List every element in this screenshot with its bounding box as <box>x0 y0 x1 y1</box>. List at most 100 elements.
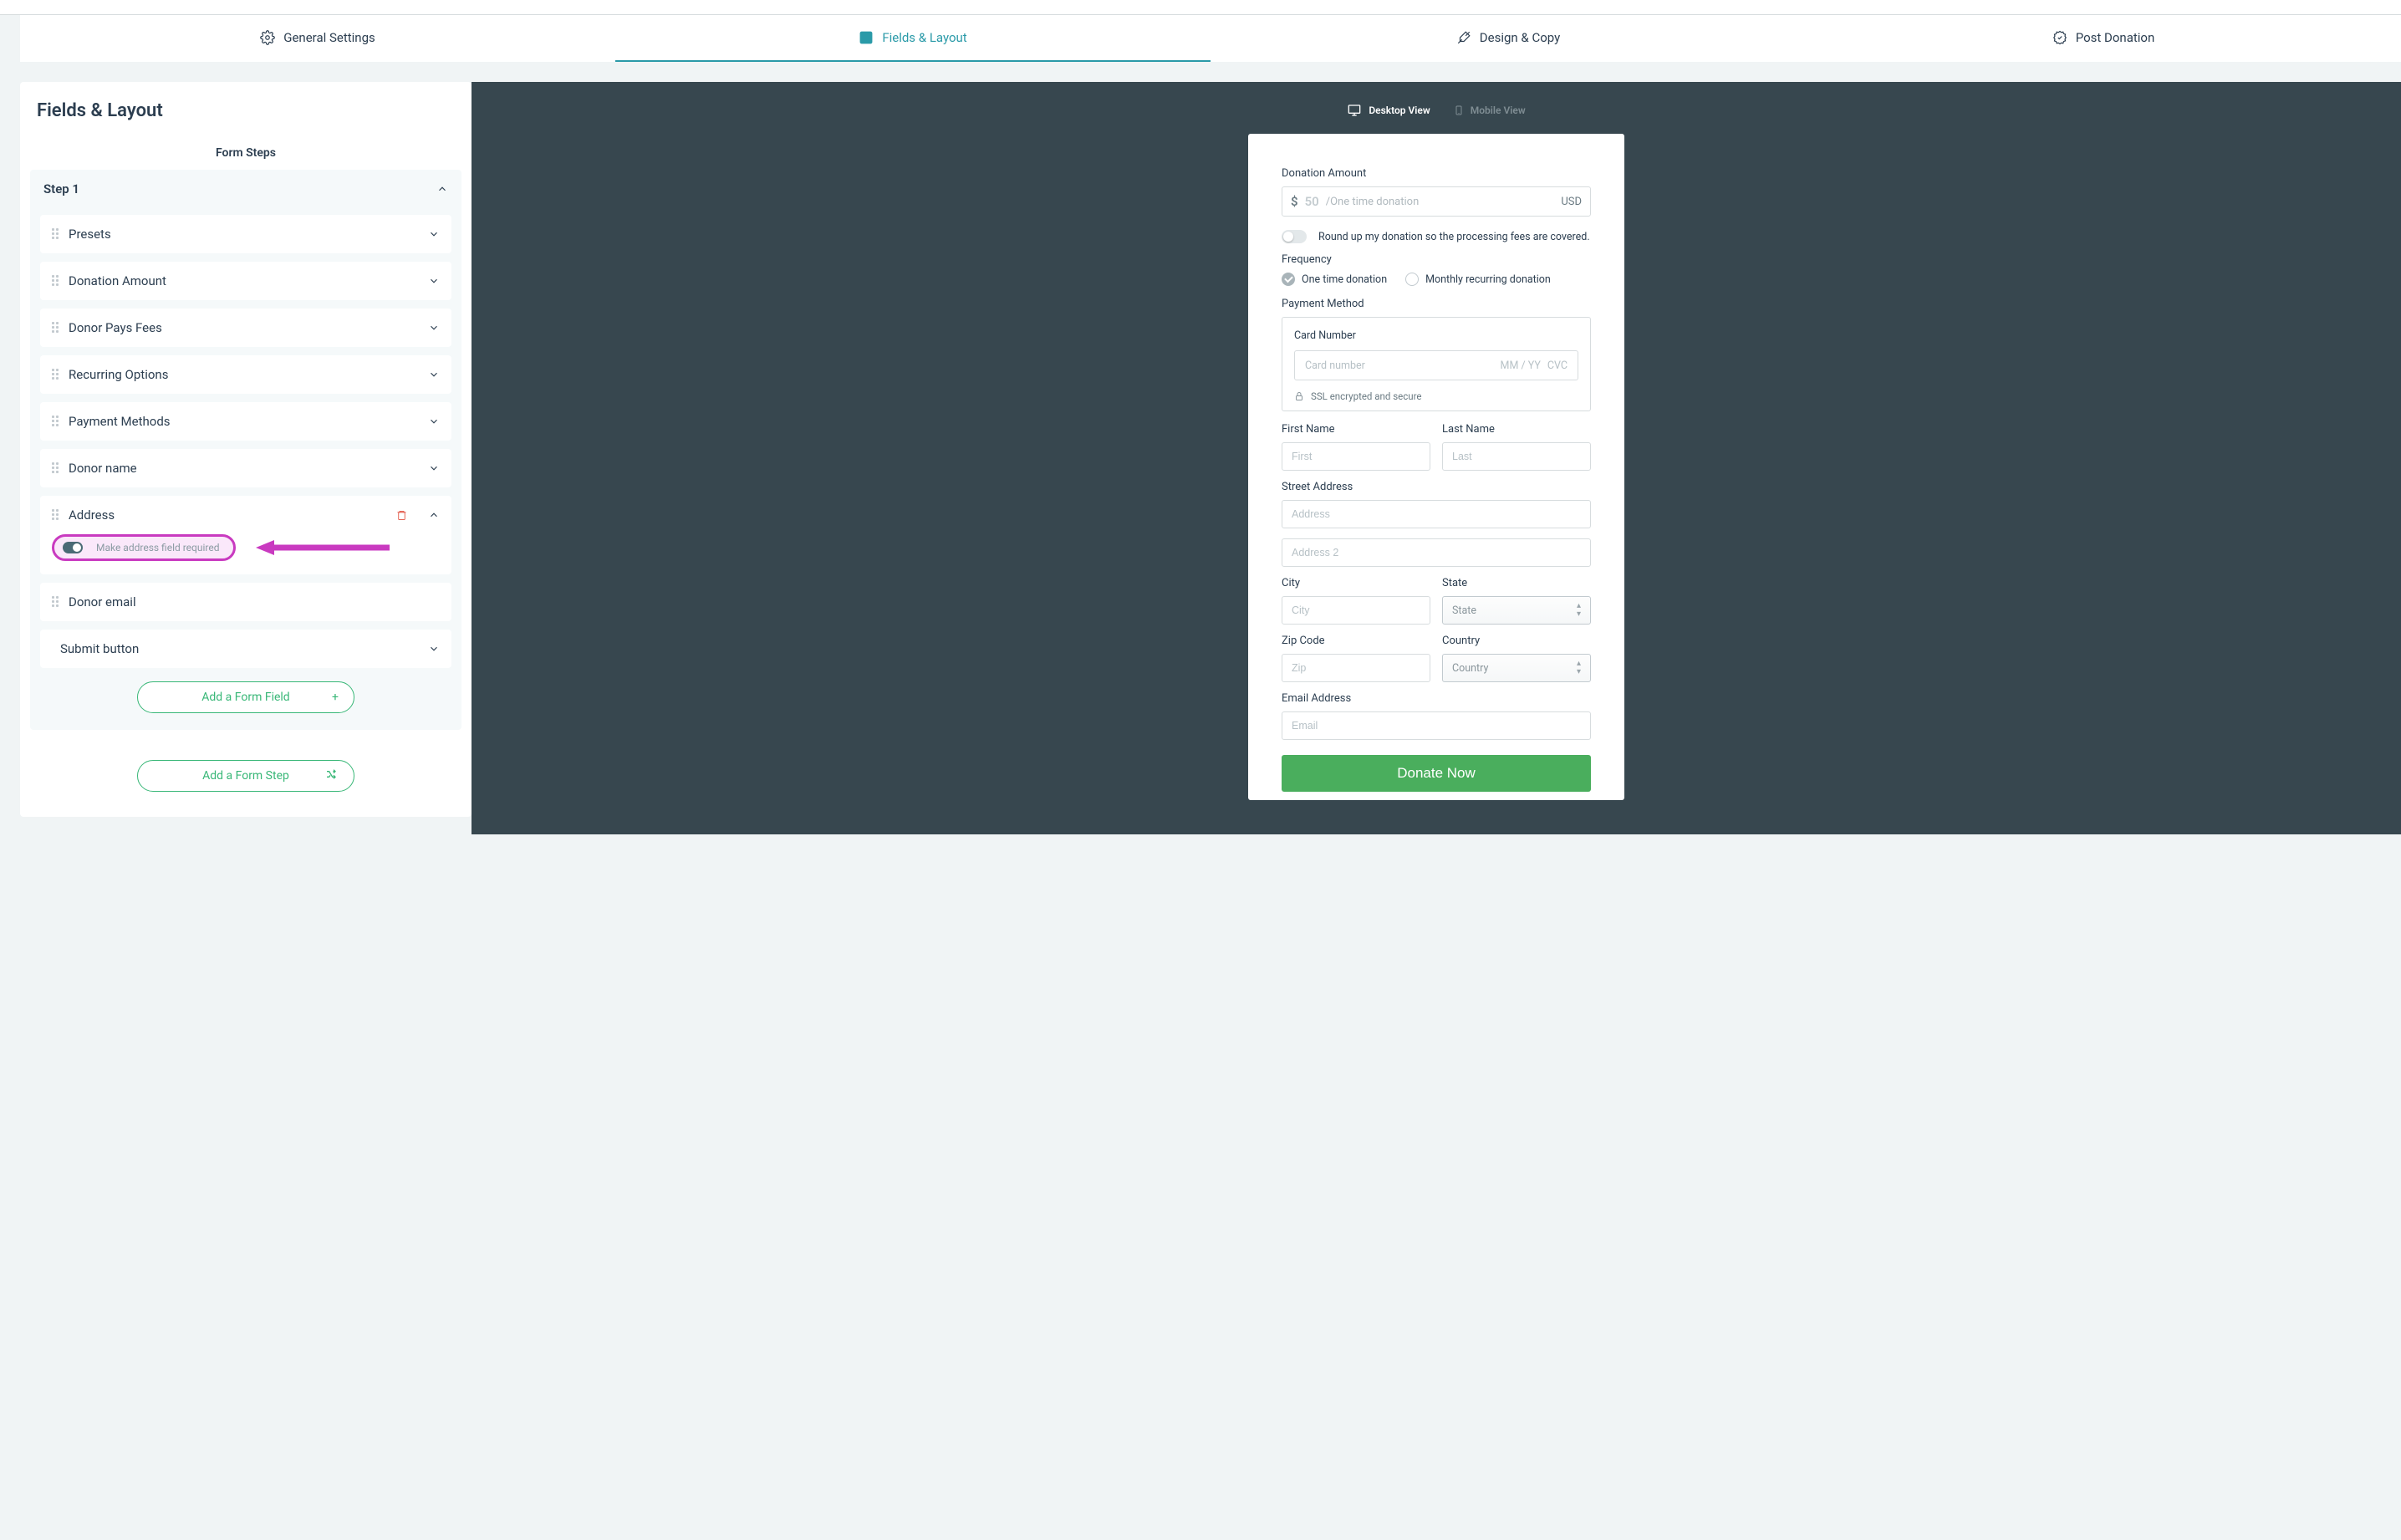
tab-general-settings[interactable]: General Settings <box>20 15 615 62</box>
tab-fields-layout[interactable]: Fields & Layout <box>615 15 1211 62</box>
drag-handle-icon[interactable] <box>52 509 60 521</box>
chevron-down-icon <box>428 322 440 334</box>
lock-icon <box>1294 390 1304 402</box>
field-row[interactable]: Presets <box>40 215 451 253</box>
chevron-down-icon <box>428 643 440 655</box>
cvc-placeholder: CVC <box>1547 360 1568 372</box>
form-steps-heading: Form Steps <box>20 131 472 170</box>
badge-check-icon <box>2052 30 2067 45</box>
annotation-arrow <box>256 539 390 556</box>
frequency-hint: /One time donation <box>1326 196 1420 208</box>
tab-post-donation[interactable]: Post Donation <box>1806 15 2401 62</box>
zip-label: Zip Code <box>1282 635 1430 647</box>
preview-pane: Desktop View Mobile View Donation Amount… <box>472 82 2401 834</box>
field-row[interactable]: Recurring Options <box>40 355 451 394</box>
select-caret-icon: ▴▾ <box>1577 660 1581 676</box>
chevron-down-icon <box>428 228 440 240</box>
chevron-down-icon <box>428 275 440 287</box>
field-row[interactable]: Address <box>40 496 451 534</box>
zip-input[interactable] <box>1282 654 1430 682</box>
tab-design-copy[interactable]: Design & Copy <box>1211 15 1806 62</box>
step-header[interactable]: Step 1 <box>30 170 461 207</box>
drag-handle-icon[interactable] <box>52 462 60 474</box>
drag-handle-icon[interactable] <box>52 416 60 427</box>
drag-handle-icon[interactable] <box>52 228 60 240</box>
payment-method-label: Payment Method <box>1282 298 1591 310</box>
street-address-label: Street Address <box>1282 481 1591 493</box>
mobile-view-button[interactable]: Mobile View <box>1454 104 1526 117</box>
step-1-container: Step 1 Presets Donation Amount <box>30 170 461 730</box>
card-number-placeholder: Card number <box>1305 360 1365 372</box>
chevron-up-icon <box>428 509 440 521</box>
field-donor-pays-fees: Donor Pays Fees <box>40 309 451 347</box>
field-label: Donor Pays Fees <box>69 320 420 335</box>
drag-handle-icon[interactable] <box>52 275 60 287</box>
tab-label: General Settings <box>283 30 375 45</box>
field-row[interactable]: Payment Methods <box>40 402 451 441</box>
field-recurring-options: Recurring Options <box>40 355 451 394</box>
field-row[interactable]: Donation Amount <box>40 262 451 300</box>
address-required-highlight: Make address field required <box>52 534 236 561</box>
field-donor-email: Donor email <box>40 583 451 621</box>
ssl-text: SSL encrypted and secure <box>1311 390 1422 402</box>
payment-method-box: Card Number Card number MM / YY CVC SSL … <box>1282 317 1591 411</box>
drag-handle-icon[interactable] <box>52 369 60 380</box>
donation-amount-input[interactable]: $ 50 /One time donation USD <box>1282 186 1591 217</box>
last-name-label: Last Name <box>1442 423 1591 436</box>
field-row[interactable]: Donor name <box>40 449 451 487</box>
country-select[interactable]: Country ▴▾ <box>1442 654 1591 682</box>
drag-handle-icon[interactable] <box>52 322 60 334</box>
mobile-icon <box>1454 104 1464 117</box>
chevron-down-icon <box>428 369 440 380</box>
field-row[interactable]: Donor Pays Fees <box>40 309 451 347</box>
add-form-field-button[interactable]: Add a Form Field + <box>137 681 354 713</box>
donate-now-button[interactable]: Donate Now <box>1282 755 1591 792</box>
field-row[interactable]: Donor email <box>40 583 451 621</box>
chevron-down-icon <box>428 462 440 474</box>
select-placeholder: Country <box>1452 662 1488 675</box>
state-label: State <box>1442 577 1591 589</box>
field-payment-methods: Payment Methods <box>40 402 451 441</box>
add-form-step-button[interactable]: Add a Form Step <box>137 760 354 792</box>
address-input[interactable] <box>1282 500 1591 528</box>
view-label: Mobile View <box>1471 105 1526 116</box>
amount-placeholder: 50 <box>1305 194 1319 209</box>
chevron-up-icon <box>436 183 448 195</box>
field-submit-button: Submit button <box>40 630 451 668</box>
option-label: One time donation <box>1302 273 1387 286</box>
select-caret-icon: ▴▾ <box>1577 602 1581 619</box>
trash-icon[interactable] <box>395 508 408 523</box>
country-label: Country <box>1442 635 1591 647</box>
last-name-input[interactable] <box>1442 442 1591 471</box>
chevron-down-icon <box>428 416 440 427</box>
city-input[interactable] <box>1282 596 1430 625</box>
button-label: Add a Form Field <box>201 691 289 704</box>
expiry-placeholder: MM / YY <box>1501 360 1541 372</box>
desktop-view-button[interactable]: Desktop View <box>1347 104 1430 117</box>
list-icon <box>859 30 874 45</box>
email-input[interactable] <box>1282 711 1591 740</box>
shuffle-icon <box>325 767 339 784</box>
drag-handle-icon[interactable] <box>52 596 60 608</box>
field-row[interactable]: Submit button <box>40 630 451 668</box>
tab-label: Post Donation <box>2076 30 2155 45</box>
first-name-label: First Name <box>1282 423 1430 436</box>
frequency-monthly[interactable]: Monthly recurring donation <box>1405 273 1551 286</box>
fields-layout-panel: Fields & Layout Form Steps Step 1 Preset… <box>20 82 472 817</box>
roundup-toggle[interactable] <box>1282 230 1307 243</box>
card-number-label: Card Number <box>1294 329 1578 342</box>
frequency-one-time[interactable]: One time donation <box>1282 273 1387 286</box>
radio-icon <box>1405 273 1419 286</box>
card-number-input[interactable]: Card number MM / YY CVC <box>1294 350 1578 380</box>
address-required-label: Make address field required <box>96 542 220 553</box>
currency-code: USD <box>1561 196 1582 208</box>
view-label: Desktop View <box>1369 105 1430 116</box>
address2-input[interactable] <box>1282 538 1591 567</box>
field-label: Payment Methods <box>69 414 420 429</box>
roundup-label: Round up my donation so the processing f… <box>1318 231 1590 243</box>
browser-top-strip <box>0 0 2401 15</box>
address-required-toggle[interactable] <box>63 542 83 553</box>
design-tools-icon <box>1456 30 1471 45</box>
state-select[interactable]: State ▴▾ <box>1442 596 1591 625</box>
first-name-input[interactable] <box>1282 442 1430 471</box>
